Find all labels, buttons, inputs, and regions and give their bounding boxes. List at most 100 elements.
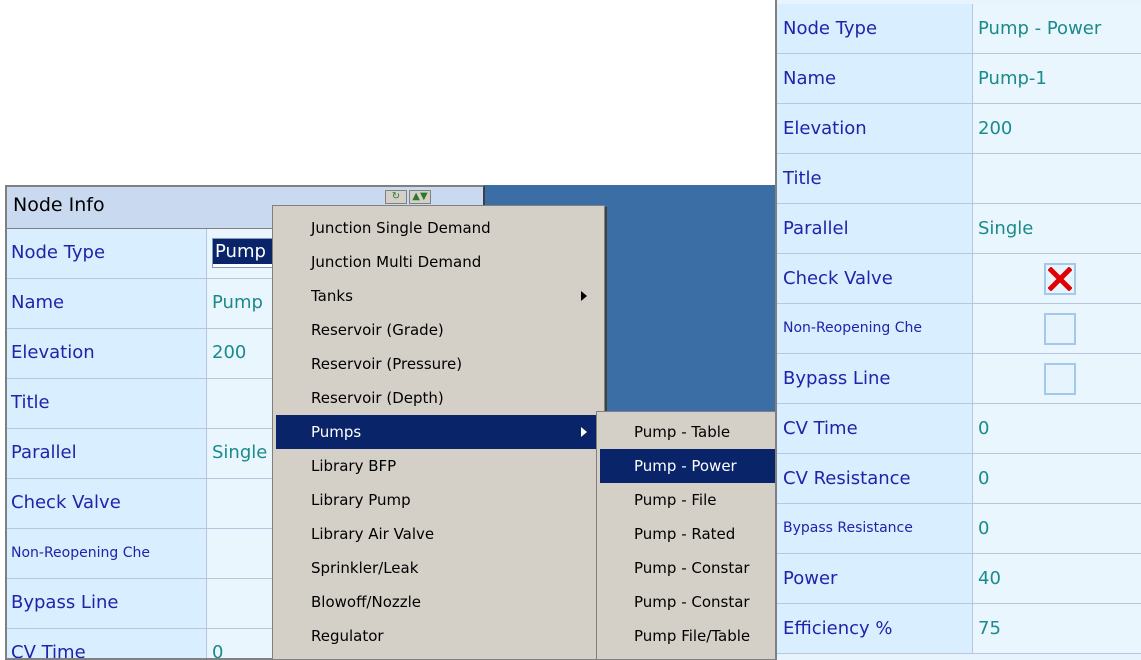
row-label: Power bbox=[783, 568, 838, 589]
row-label: Elevation bbox=[783, 118, 867, 139]
row-label: CV Resistance bbox=[783, 468, 911, 489]
menu-item-reservoir-depth[interactable]: Reservoir (Depth) bbox=[276, 381, 601, 415]
bypass-resistance-value[interactable]: 0 bbox=[974, 504, 1141, 553]
row-label: Name bbox=[11, 292, 65, 313]
row-label: Parallel bbox=[783, 218, 849, 239]
menu-item-label: Pumps bbox=[311, 423, 362, 441]
row-label: Node Type bbox=[11, 242, 106, 263]
row-label: Elevation bbox=[11, 342, 95, 363]
menu-item-label: Reservoir (Grade) bbox=[311, 321, 444, 339]
submenu-item-pump-power[interactable]: Pump - Power bbox=[600, 449, 776, 483]
row-check-valve: Check Valve bbox=[777, 254, 1141, 304]
row-label: Title bbox=[11, 392, 50, 413]
menu-item-label: Sprinkler/Leak bbox=[311, 559, 419, 577]
non-reopening-checkbox[interactable] bbox=[1044, 313, 1076, 345]
menu-item-sprinkler-leak[interactable]: Sprinkler/Leak bbox=[276, 551, 601, 585]
row-value: Pump-1 bbox=[978, 68, 1047, 89]
node-info-title: Node Info bbox=[13, 194, 105, 216]
row-label: CV Time bbox=[783, 418, 858, 439]
title-value[interactable] bbox=[974, 154, 1141, 203]
submenu-item-label: Pump - File bbox=[634, 491, 717, 509]
submenu-item-pump-table[interactable]: Pump - Table bbox=[600, 415, 776, 449]
submenu-arrow-icon bbox=[581, 427, 587, 437]
menu-item-label: Junction Single Demand bbox=[311, 219, 491, 237]
row-label: Bypass Line bbox=[11, 592, 119, 613]
row-value: 75 bbox=[978, 618, 1001, 639]
row-node-type: Node Type Pump - Power bbox=[777, 4, 1141, 54]
node-type-selected-text: Pump bbox=[213, 239, 273, 264]
menu-item-regulator[interactable]: Regulator bbox=[276, 619, 601, 653]
row-non-reopening: Non-Reopening Che bbox=[777, 304, 1141, 354]
row-power: Power 40 bbox=[777, 554, 1141, 604]
menu-item-reservoir-pressure[interactable]: Reservoir (Pressure) bbox=[276, 347, 601, 381]
menu-item-pumps[interactable]: Pumps bbox=[276, 415, 601, 449]
submenu-item-label: Pump - Constar bbox=[634, 593, 750, 611]
row-label: Title bbox=[783, 168, 822, 189]
row-label: Node Type bbox=[783, 18, 878, 39]
node-type-value[interactable]: Pump - Power bbox=[974, 4, 1141, 53]
submenu-item-label: Pump - Power bbox=[634, 457, 737, 475]
pumps-submenu: Pump - Table Pump - Power Pump - File Pu… bbox=[596, 411, 780, 660]
parallel-value[interactable]: Single bbox=[974, 204, 1141, 253]
menu-item-tanks[interactable]: Tanks bbox=[276, 279, 601, 313]
row-efficiency: Efficiency % 75 bbox=[777, 604, 1141, 654]
submenu-arrow-icon bbox=[581, 291, 587, 301]
node-type-menu: Junction Single Demand Junction Multi De… bbox=[272, 205, 605, 660]
menu-item-label: Library Pump bbox=[311, 491, 411, 509]
cv-time-value[interactable]: 0 bbox=[974, 404, 1141, 453]
row-label: Bypass Line bbox=[783, 368, 891, 389]
row-value: 0 bbox=[978, 418, 990, 439]
menu-item-label: Blowoff/Nozzle bbox=[311, 593, 422, 611]
row-value: 40 bbox=[978, 568, 1001, 589]
submenu-item-pump-file[interactable]: Pump - File bbox=[600, 483, 776, 517]
row-value: 200 bbox=[212, 342, 247, 363]
elevation-value[interactable]: 200 bbox=[974, 104, 1141, 153]
row-label: Check Valve bbox=[11, 492, 121, 513]
submenu-item-label: Pump File/Table bbox=[634, 627, 751, 645]
menu-item-label: Reservoir (Depth) bbox=[311, 389, 444, 407]
check-valve-checkbox[interactable] bbox=[1044, 263, 1076, 295]
red-x-check-icon bbox=[1048, 267, 1072, 291]
menu-item-label: Library Air Valve bbox=[311, 525, 435, 543]
menu-item-library-pump[interactable]: Library Pump bbox=[276, 483, 601, 517]
row-value: Pump bbox=[212, 292, 263, 313]
menu-item-junction-multi[interactable]: Junction Multi Demand bbox=[276, 245, 601, 279]
submenu-item-pump-constant-1[interactable]: Pump - Constar bbox=[600, 551, 776, 585]
row-parallel: Parallel Single bbox=[777, 204, 1141, 254]
refresh-icon[interactable]: ↻ bbox=[385, 190, 407, 204]
cv-resistance-value[interactable]: 0 bbox=[974, 454, 1141, 503]
efficiency-value[interactable]: 75 bbox=[974, 604, 1141, 653]
menu-item-library-bfp[interactable]: Library BFP bbox=[276, 449, 601, 483]
row-title: Title bbox=[777, 154, 1141, 204]
menu-item-library-air-valve[interactable]: Library Air Valve bbox=[276, 517, 601, 551]
row-value: Pump - Power bbox=[978, 18, 1102, 39]
menu-item-blowoff-nozzle[interactable]: Blowoff/Nozzle bbox=[276, 585, 601, 619]
submenu-item-pump-file-table[interactable]: Pump File/Table bbox=[600, 619, 776, 653]
submenu-item-pump-rated[interactable]: Pump - Rated bbox=[600, 517, 776, 551]
updown-icon[interactable]: ▲▼ bbox=[409, 190, 431, 204]
node-type-input[interactable]: Pump bbox=[212, 238, 274, 268]
row-label: Bypass Resistance bbox=[783, 520, 913, 536]
row-value: 0 bbox=[978, 518, 990, 539]
name-value[interactable]: Pump-1 bbox=[974, 54, 1141, 103]
menu-item-label: Tanks bbox=[311, 287, 353, 305]
row-value: Single bbox=[978, 218, 1034, 239]
menu-item-label: Library BFP bbox=[311, 457, 397, 475]
pump-properties-panel: Node Type Pump - Power Name Pump-1 Eleva… bbox=[775, 0, 1141, 660]
menu-item-junction-single[interactable]: Junction Single Demand bbox=[276, 211, 601, 245]
row-value: Single bbox=[212, 442, 268, 463]
power-value[interactable]: 40 bbox=[974, 554, 1141, 603]
row-value: 0 bbox=[978, 468, 990, 489]
row-label: CV Time bbox=[11, 642, 86, 660]
row-bypass-resistance: Bypass Resistance 0 bbox=[777, 504, 1141, 554]
row-label: Non-Reopening Che bbox=[11, 545, 150, 561]
row-elevation: Elevation 200 bbox=[777, 104, 1141, 154]
submenu-item-pump-constant-2[interactable]: Pump - Constar bbox=[600, 585, 776, 619]
menu-item-reservoir-grade[interactable]: Reservoir (Grade) bbox=[276, 313, 601, 347]
row-cv-resistance: CV Resistance 0 bbox=[777, 454, 1141, 504]
row-value: 0 bbox=[212, 642, 224, 660]
submenu-item-label: Pump - Constar bbox=[634, 559, 750, 577]
row-label: Name bbox=[783, 68, 837, 89]
bypass-line-checkbox[interactable] bbox=[1044, 363, 1076, 395]
row-bypass-line: Bypass Line bbox=[777, 354, 1141, 404]
